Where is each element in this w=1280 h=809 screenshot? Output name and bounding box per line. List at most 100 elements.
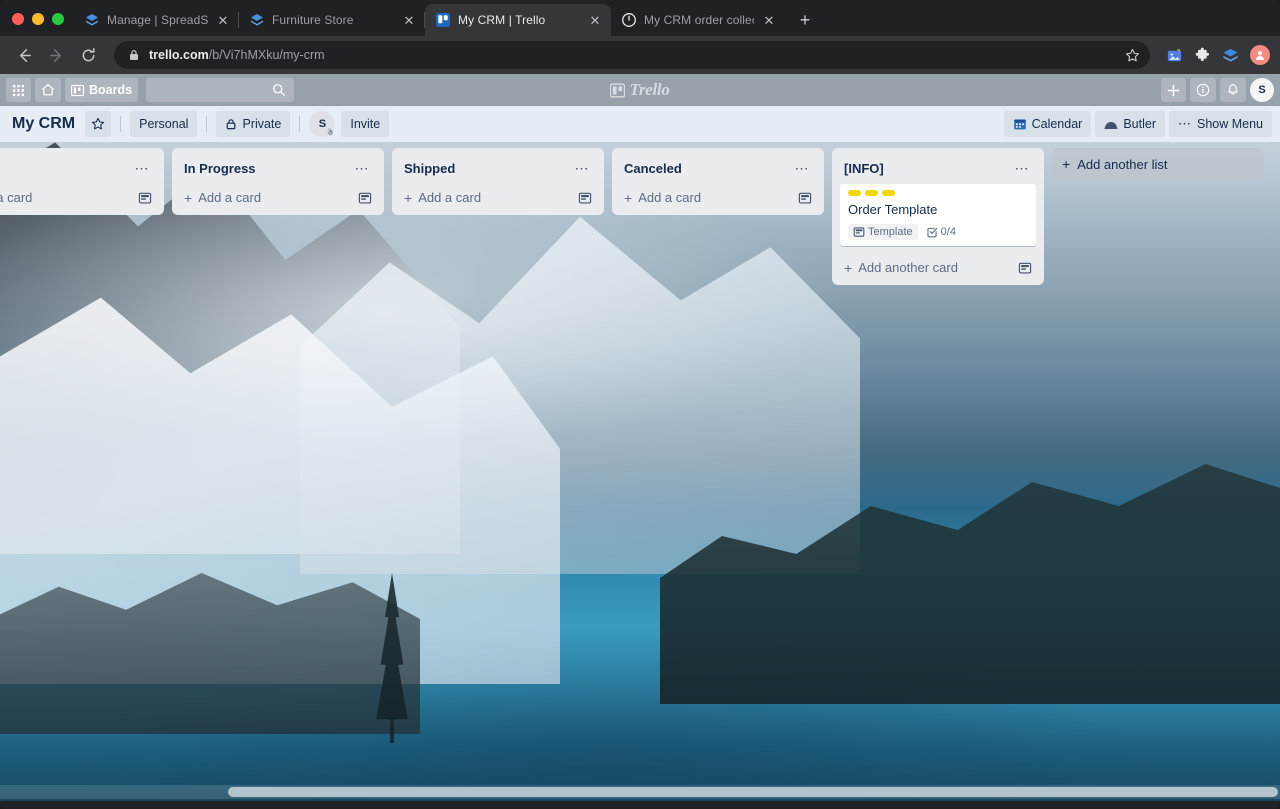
calendar-icon [1013,117,1027,131]
list-menu-icon[interactable]: ⋯ [352,158,372,178]
list-title: [INFO] [844,161,1012,176]
boards-button[interactable]: Boards [65,78,138,102]
add-another-list-label: Add another list [1077,157,1167,172]
list-menu-icon[interactable]: ⋯ [792,158,812,178]
card-template-icon[interactable] [138,191,152,205]
add-card-row[interactable]: + Add a card [176,184,380,211]
card-template-icon [853,226,865,238]
home-button[interactable] [35,78,61,102]
visibility-button[interactable]: Private [216,111,290,137]
notifications-bell-icon[interactable] [1220,78,1246,102]
close-window-button[interactable] [12,13,24,25]
list-confirmed: rmed ⋯ + dd a card [0,148,164,215]
list-header: Canceled ⋯ [616,154,820,184]
trello-top-nav: Boards Trello S [0,74,1280,106]
spreadsimple-icon [249,12,265,28]
butler-button[interactable]: Butler [1095,111,1165,137]
image-extension-icon[interactable] [1162,43,1186,67]
browser-tab-my-crm-trello[interactable]: My CRM | Trello ✕ [425,4,611,36]
card-label-yellow[interactable] [882,190,895,196]
list-header: In Progress ⋯ [176,154,380,184]
search-icon [272,83,286,97]
spreadsimple-extension-icon[interactable] [1218,43,1242,67]
browser-tab-furniture-store[interactable]: Furniture Store ✕ [239,4,425,36]
board-title: My CRM [12,115,79,133]
new-tab-button[interactable]: + [791,6,819,34]
bookmark-star-icon[interactable] [1122,45,1142,65]
add-card-row[interactable]: + Add a card [396,184,600,211]
star-board-button[interactable] [85,111,111,137]
card-template-icon[interactable] [798,191,812,205]
user-avatar[interactable]: S [1250,78,1274,102]
url-text: trello.com/b/Vi7hMXku/my-crm [149,48,325,62]
add-card-label: dd a card [0,190,132,205]
checklist-badge: 0/4 [926,226,956,238]
card-template-icon[interactable] [578,191,592,205]
workspace-button[interactable]: Personal [130,111,197,137]
trello-logo-text: Trello [629,80,669,100]
add-card-label: Add another card [858,260,1012,275]
template-badge: Template [848,224,918,240]
checklist-icon [926,226,938,238]
close-icon[interactable]: ✕ [215,12,231,28]
invite-button[interactable]: Invite [341,111,389,137]
add-card-row[interactable]: + Add another card [836,254,1040,281]
close-icon[interactable]: ✕ [587,12,603,28]
divider [206,116,207,132]
template-badge-label: Template [868,226,913,238]
add-another-list-button[interactable]: + Add another list [1052,148,1264,180]
card-label-yellow[interactable] [865,190,878,196]
browser-tab-my-crm-order-collection[interactable]: My CRM order collection | Inte ✕ [611,4,785,36]
list-menu-icon[interactable]: ⋯ [1012,158,1032,178]
forward-button[interactable] [42,41,70,69]
card-template-icon[interactable] [358,191,372,205]
browser-tab-spreadsimple[interactable]: Manage | SpreadSimple ✕ [74,4,239,36]
calendar-label: Calendar [1032,117,1083,131]
board-member-avatar[interactable]: S ☃ [309,111,335,137]
board-horizontal-scrollbar[interactable] [0,785,1280,799]
address-bar[interactable]: trello.com/b/Vi7hMXku/my-crm [114,41,1150,69]
checklist-badge-label: 0/4 [941,226,956,238]
tab-title: My CRM | Trello [458,13,580,27]
extensions-puzzle-icon[interactable] [1190,43,1214,67]
reload-button[interactable] [74,41,102,69]
back-button[interactable] [10,41,38,69]
plus-icon: + [184,191,192,205]
divider [120,116,121,132]
card-order-template[interactable]: Order Template Template [840,184,1036,246]
list-menu-icon[interactable]: ⋯ [132,158,152,178]
list-menu-icon[interactable]: ⋯ [572,158,592,178]
trello-top-nav-right: S [1161,78,1274,102]
maximize-window-button[interactable] [52,13,64,25]
info-button[interactable] [1190,78,1216,102]
list-title: Shipped [404,161,572,176]
chrome-profile-avatar[interactable] [1250,45,1270,65]
tab-title: Manage | SpreadSimple [107,13,208,27]
plus-icon: + [624,191,632,205]
add-button[interactable] [1161,78,1186,102]
browser-window: Manage | SpreadSimple ✕ Furniture Store … [0,0,1280,809]
board-member-initial: S [319,118,326,130]
add-card-label: Add a card [418,190,572,205]
scrollbar-thumb[interactable] [228,787,1278,797]
plus-icon: + [1062,157,1070,171]
close-icon[interactable]: ✕ [401,12,417,28]
add-card-label: Add a card [198,190,352,205]
member-admin-icon: ☃ [327,129,333,137]
list-title: In Progress [184,161,352,176]
workspace-label: Personal [139,117,188,131]
ellipsis-icon: ⋯ [1178,120,1192,128]
search-input[interactable] [146,78,294,102]
card-template-icon[interactable] [1018,261,1032,275]
close-icon[interactable]: ✕ [761,12,777,28]
minimize-window-button[interactable] [32,13,44,25]
add-card-row[interactable]: + dd a card [0,184,160,211]
app-switcher-button[interactable] [6,78,31,102]
browser-tab-strip: Manage | SpreadSimple ✕ Furniture Store … [0,0,1280,36]
list-cards: Order Template Template [836,184,1040,246]
plus-icon: + [404,191,412,205]
calendar-button[interactable]: Calendar [1004,111,1092,137]
card-label-yellow[interactable] [848,190,861,196]
show-menu-button[interactable]: ⋯ Show Menu [1169,111,1272,137]
add-card-row[interactable]: + Add a card [616,184,820,211]
